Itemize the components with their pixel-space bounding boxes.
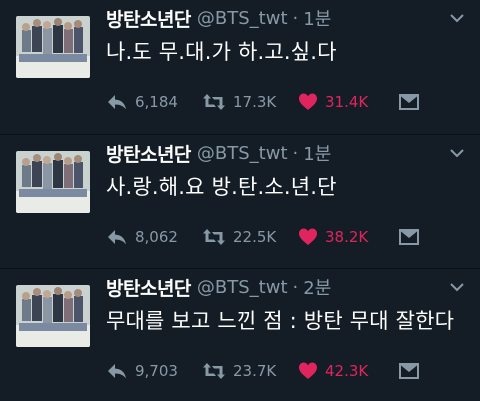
tweet-header: 방탄소년단 @BTS_twt · 1분 (106, 4, 331, 32)
tweet-text: 나.도 무.대.가 하.고.싶.다 (106, 40, 337, 64)
user-handle[interactable]: @BTS_twt (197, 143, 288, 164)
envelope-icon (398, 93, 420, 111)
like-count: 38.2K (325, 228, 369, 246)
tweet-text: 사.랑.해.요 방.탄.소.년.단 (106, 175, 337, 199)
envelope-icon (398, 228, 420, 246)
retweet-icon (202, 361, 226, 381)
chevron-down-icon[interactable] (448, 10, 466, 24)
timestamp[interactable]: 1분 (303, 5, 331, 31)
user-handle[interactable]: @BTS_twt (197, 277, 288, 298)
chevron-down-icon[interactable] (448, 279, 466, 293)
reply-icon (106, 227, 128, 247)
separator: · (292, 142, 299, 164)
tweet-actions: 9,703 23.7K 42.3K (106, 359, 426, 383)
retweet-count: 22.5K (233, 228, 277, 246)
like-button[interactable]: 31.4K (298, 90, 368, 114)
like-count: 42.3K (325, 362, 369, 380)
tweet[interactable]: 방탄소년단 @BTS_twt · 1분 나.도 무.대.가 하.고.싶.다 6,… (0, 0, 480, 133)
tweet-actions: 6,184 17.3K 31.4K (106, 90, 426, 114)
like-button[interactable]: 42.3K (298, 359, 368, 383)
tweet-header: 방탄소년단 @BTS_twt · 2분 (106, 273, 331, 301)
dm-button[interactable] (398, 225, 420, 249)
reply-button[interactable]: 8,062 (106, 225, 178, 249)
retweet-button[interactable]: 23.7K (202, 359, 276, 383)
heart-icon (298, 361, 318, 381)
retweet-count: 17.3K (233, 93, 277, 111)
chevron-down-icon[interactable] (448, 145, 466, 159)
reply-count: 8,062 (135, 228, 178, 246)
display-name[interactable]: 방탄소년단 (106, 274, 191, 301)
avatar[interactable] (16, 151, 90, 213)
heart-icon (298, 227, 318, 247)
reply-icon (106, 92, 128, 112)
retweet-icon (202, 92, 226, 112)
timeline: 방탄소년단 @BTS_twt · 1분 나.도 무.대.가 하.고.싶.다 6,… (0, 0, 480, 401)
retweet-button[interactable]: 17.3K (202, 90, 276, 114)
tweet[interactable]: 방탄소년단 @BTS_twt · 1분 사.랑.해.요 방.탄.소.년.단 8,… (0, 134, 480, 267)
display-name[interactable]: 방탄소년단 (106, 5, 191, 32)
timestamp[interactable]: 1분 (303, 140, 331, 166)
separator: · (292, 276, 299, 298)
envelope-icon (398, 362, 420, 380)
timestamp[interactable]: 2분 (303, 274, 331, 300)
display-name[interactable]: 방탄소년단 (106, 140, 191, 167)
dm-button[interactable] (398, 90, 420, 114)
reply-button[interactable]: 9,703 (106, 359, 178, 383)
reply-icon (106, 361, 128, 381)
like-button[interactable]: 38.2K (298, 225, 368, 249)
reply-button[interactable]: 6,184 (106, 90, 178, 114)
heart-icon (298, 92, 318, 112)
avatar[interactable] (16, 285, 90, 347)
tweet-header: 방탄소년단 @BTS_twt · 1분 (106, 139, 331, 167)
like-count: 31.4K (325, 93, 369, 111)
tweet-actions: 8,062 22.5K 38.2K (106, 225, 426, 249)
separator: · (292, 7, 299, 29)
user-handle[interactable]: @BTS_twt (197, 8, 288, 29)
tweet[interactable]: 방탄소년단 @BTS_twt · 2분 무대를 보고 느낀 점 : 방탄 무대 … (0, 268, 480, 401)
retweet-button[interactable]: 22.5K (202, 225, 276, 249)
retweet-icon (202, 227, 226, 247)
dm-button[interactable] (398, 359, 420, 383)
retweet-count: 23.7K (233, 362, 277, 380)
reply-count: 9,703 (135, 362, 178, 380)
reply-count: 6,184 (135, 93, 178, 111)
avatar[interactable] (16, 16, 90, 78)
tweet-text: 무대를 보고 느낀 점 : 방탄 무대 잘한다 (106, 309, 455, 333)
